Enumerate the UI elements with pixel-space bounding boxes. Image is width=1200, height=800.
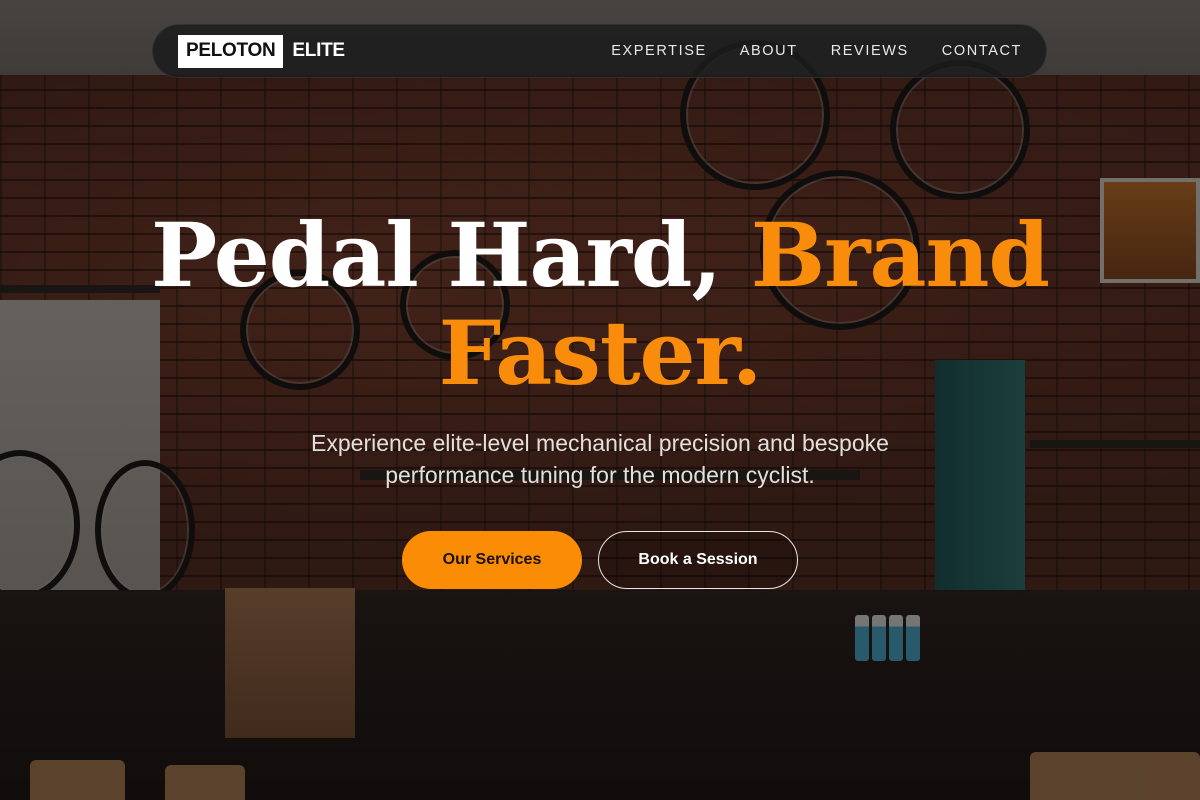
nav-link-expertise[interactable]: EXPERTISE [611, 43, 707, 59]
our-services-button[interactable]: Our Services [402, 531, 582, 589]
hero-title: Pedal Hard, Brand Faster. [0, 206, 1200, 402]
book-session-button[interactable]: Book a Session [598, 531, 798, 589]
nav-link-about[interactable]: ABOUT [740, 43, 798, 59]
logo-box: PELOTON [178, 34, 284, 68]
nav-link-reviews[interactable]: REVIEWS [831, 43, 909, 59]
hero-subtitle: Experience elite-level mechanical precis… [250, 427, 950, 491]
nav-link-contact[interactable]: CONTACT [942, 43, 1022, 59]
hero-subtitle-line-2: performance tuning for the modern cyclis… [385, 462, 815, 488]
hero-subtitle-line-1: Experience elite-level mechanical precis… [311, 430, 889, 456]
hero-title-main: Pedal Hard, [150, 203, 722, 307]
top-navigation: PELOTON ELITE EXPERTISE ABOUT REVIEWS CO… [152, 24, 1047, 78]
logo-text: ELITE [292, 40, 345, 61]
brand-logo[interactable]: PELOTON ELITE [178, 34, 345, 68]
hero-title-accent: Brand [750, 203, 1050, 307]
hero-title-accent-2: Faster. [438, 301, 763, 405]
nav-menu: EXPERTISE ABOUT REVIEWS CONTACT [611, 43, 1022, 59]
